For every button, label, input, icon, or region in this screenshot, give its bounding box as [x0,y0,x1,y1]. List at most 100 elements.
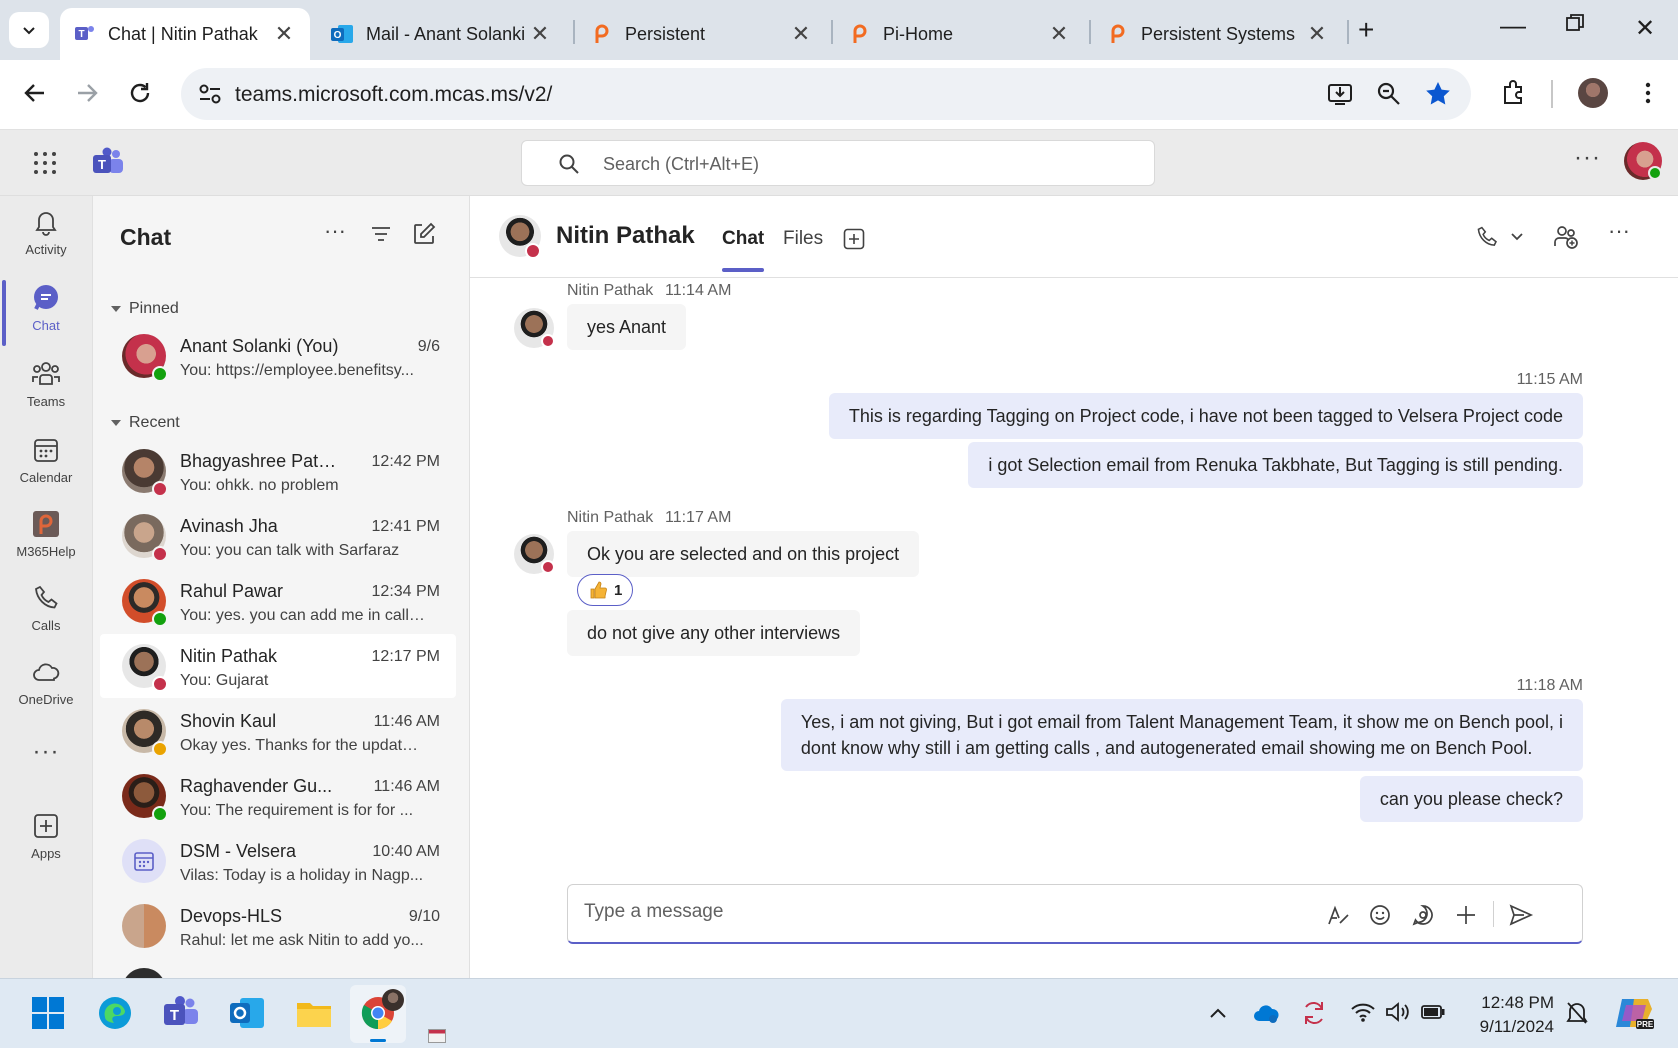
chat-item-dsm-velsera[interactable]: DSM - Velsera 10:40 AM Vilas: Today is a… [100,829,456,893]
chat-time: 11:46 AM [373,778,440,795]
conversation-more-button[interactable]: ··· [1608,218,1630,244]
onedrive-tray-icon[interactable] [1252,1001,1280,1025]
recent-section-header[interactable]: Recent [111,414,180,432]
restore-button[interactable] [1566,14,1584,32]
reload-icon[interactable] [127,80,153,106]
bell-icon [35,212,57,236]
settings-more-button[interactable]: ··· [1574,144,1601,172]
forward-icon[interactable] [74,80,100,106]
call-icon[interactable] [1475,225,1499,249]
chat-item-partial[interactable] [122,968,166,978]
rail-onedrive[interactable]: OneDrive [0,658,92,707]
tab-persistent[interactable]: Persistent ✕ [577,8,827,60]
message-text: i got Selection email from Renuka Takbha… [988,454,1563,475]
minimize-button[interactable]: — [1500,10,1526,41]
add-tab-icon[interactable] [843,228,865,250]
install-app-icon[interactable] [1327,81,1353,107]
windows-start-icon[interactable] [30,995,66,1031]
zoom-icon[interactable] [1376,81,1402,107]
teams-taskbar-icon[interactable]: T [162,995,200,1031]
sync-tray-icon[interactable] [1300,999,1328,1027]
rail-calendar[interactable]: Calendar [0,436,92,485]
rail-activity[interactable]: Activity [0,208,92,257]
back-icon[interactable] [22,80,48,106]
chat-item-avinash-jha[interactable]: Avinash Jha 12:41 PM You: you can talk w… [100,504,456,568]
tray-app-icon[interactable] [428,1029,446,1043]
filter-icon[interactable] [370,224,392,244]
new-chat-icon[interactable] [412,222,436,246]
wifi-icon[interactable] [1350,1001,1376,1023]
message-bubble[interactable]: Ok you are selected and on this project [567,531,920,577]
close-tab-icon[interactable]: ✕ [272,21,296,47]
message-bubble-own[interactable]: i got Selection email from Renuka Takbha… [968,442,1583,488]
rail-m365help[interactable]: M365Help [0,510,92,559]
chat-name: Bhagyashree Pate... [180,451,340,471]
message-bubble[interactable]: do not give any other interviews [567,610,861,656]
tab-chat[interactable]: Chat [722,228,765,272]
chat-item-anant-solanki[interactable]: Anant Solanki (You) 9/6 You: https://emp… [100,324,456,388]
extensions-icon[interactable] [1500,78,1528,106]
edge-icon[interactable] [97,995,133,1031]
rail-calls[interactable]: Calls [0,584,92,633]
attach-plus-icon[interactable] [1454,903,1478,927]
battery-icon[interactable] [1420,1001,1446,1023]
site-settings-icon[interactable] [198,83,222,105]
close-tab-icon[interactable]: ✕ [528,21,552,47]
volume-icon[interactable] [1385,1001,1411,1023]
message-bubble-own[interactable]: This is regarding Tagging on Project cod… [828,393,1583,439]
close-tab-icon[interactable]: ✕ [1047,21,1071,47]
add-people-icon[interactable] [1553,224,1579,250]
rail-teams[interactable]: Teams [0,360,92,409]
chat-item-shovin-kaul[interactable]: Shovin Kaul 11:46 AM Okay yes. Thanks fo… [100,699,456,763]
file-explorer-icon[interactable] [295,995,333,1031]
emoji-icon[interactable] [1368,903,1392,927]
chat-preview: You: Gujarat [180,672,269,689]
chrome-taskbar-item[interactable] [350,985,406,1043]
format-icon[interactable] [1326,903,1350,927]
app-launcher-icon[interactable] [33,151,57,175]
system-clock[interactable]: 12:48 PM 9/11/2024 [1462,991,1554,1039]
outlook-taskbar-icon[interactable] [228,995,266,1031]
loop-component-icon[interactable] [1411,903,1435,927]
send-icon[interactable] [1508,902,1534,928]
rail-label: OneDrive [18,692,74,707]
chat-item-nitin-pathak[interactable]: Nitin Pathak 12:17 PM You: Gujarat [100,634,456,698]
tab-persistent-systems[interactable]: Persistent Systems ✕ [1093,8,1343,60]
chat-item-bhagyashree[interactable]: Bhagyashree Pate... 12:42 PM You: ohkk. … [100,439,456,503]
pinned-section-header[interactable]: Pinned [111,300,179,318]
reaction-like[interactable]: 1 [577,574,634,606]
close-window-button[interactable]: ✕ [1635,14,1655,43]
svg-text:T: T [78,29,84,40]
show-hidden-icons-chevron[interactable] [1208,1005,1228,1021]
call-options-chevron-icon[interactable] [1510,231,1524,243]
rail-apps[interactable]: Apps [0,812,92,861]
close-tab-icon[interactable]: ✕ [789,21,813,47]
notifications-icon[interactable] [1564,999,1590,1027]
bookmark-star-icon[interactable] [1424,80,1452,108]
tab-teams-chat[interactable]: T Chat | Nitin Pathak ✕ [60,8,310,60]
tab-search-dropdown[interactable] [9,12,49,48]
close-tab-icon[interactable]: ✕ [1305,21,1329,47]
message-bubble-own[interactable]: Yes, i am not giving, But i got email fr… [780,699,1583,771]
new-tab-button[interactable]: + [1358,14,1374,46]
tab-pi-home[interactable]: Pi-Home ✕ [835,8,1085,60]
address-bar[interactable]: teams.microsoft.com.mcas.ms/v2/ [181,68,1471,120]
conversation-pane: Nitin Pathak Chat Files ··· Nitin Pathak… [470,196,1678,978]
rail-more-apps[interactable]: ··· [0,738,92,766]
message-input[interactable] [584,901,1284,923]
more-vert-icon[interactable] [1635,80,1661,106]
chat-item-raghavender[interactable]: Raghavender Gu... 11:46 AM You: The requ… [100,764,456,828]
chat-item-rahul-pawar[interactable]: Rahul Pawar 12:34 PM You: yes. you can a… [100,569,456,633]
search-box[interactable]: Search (Ctrl+Alt+E) [521,140,1155,186]
tab-files[interactable]: Files [783,228,823,250]
rail-chat[interactable]: Chat [0,280,92,346]
message-bubble-own[interactable]: can you please check? [1359,776,1583,822]
copilot-icon[interactable]: PRE [1614,995,1654,1031]
chat-list-more-button[interactable]: ··· [324,218,346,244]
profile-avatar[interactable] [1578,78,1608,108]
message-bubble[interactable]: yes Anant [567,304,687,350]
clock-time: 12:48 PM [1481,993,1554,1012]
tab-mail[interactable]: O Mail - Anant Solanki ✕ [316,8,566,60]
chat-item-devops-hls[interactable]: Devops-HLS 9/10 Rahul: let me ask Nitin … [100,894,456,958]
conversation-title: Nitin Pathak [556,222,695,249]
